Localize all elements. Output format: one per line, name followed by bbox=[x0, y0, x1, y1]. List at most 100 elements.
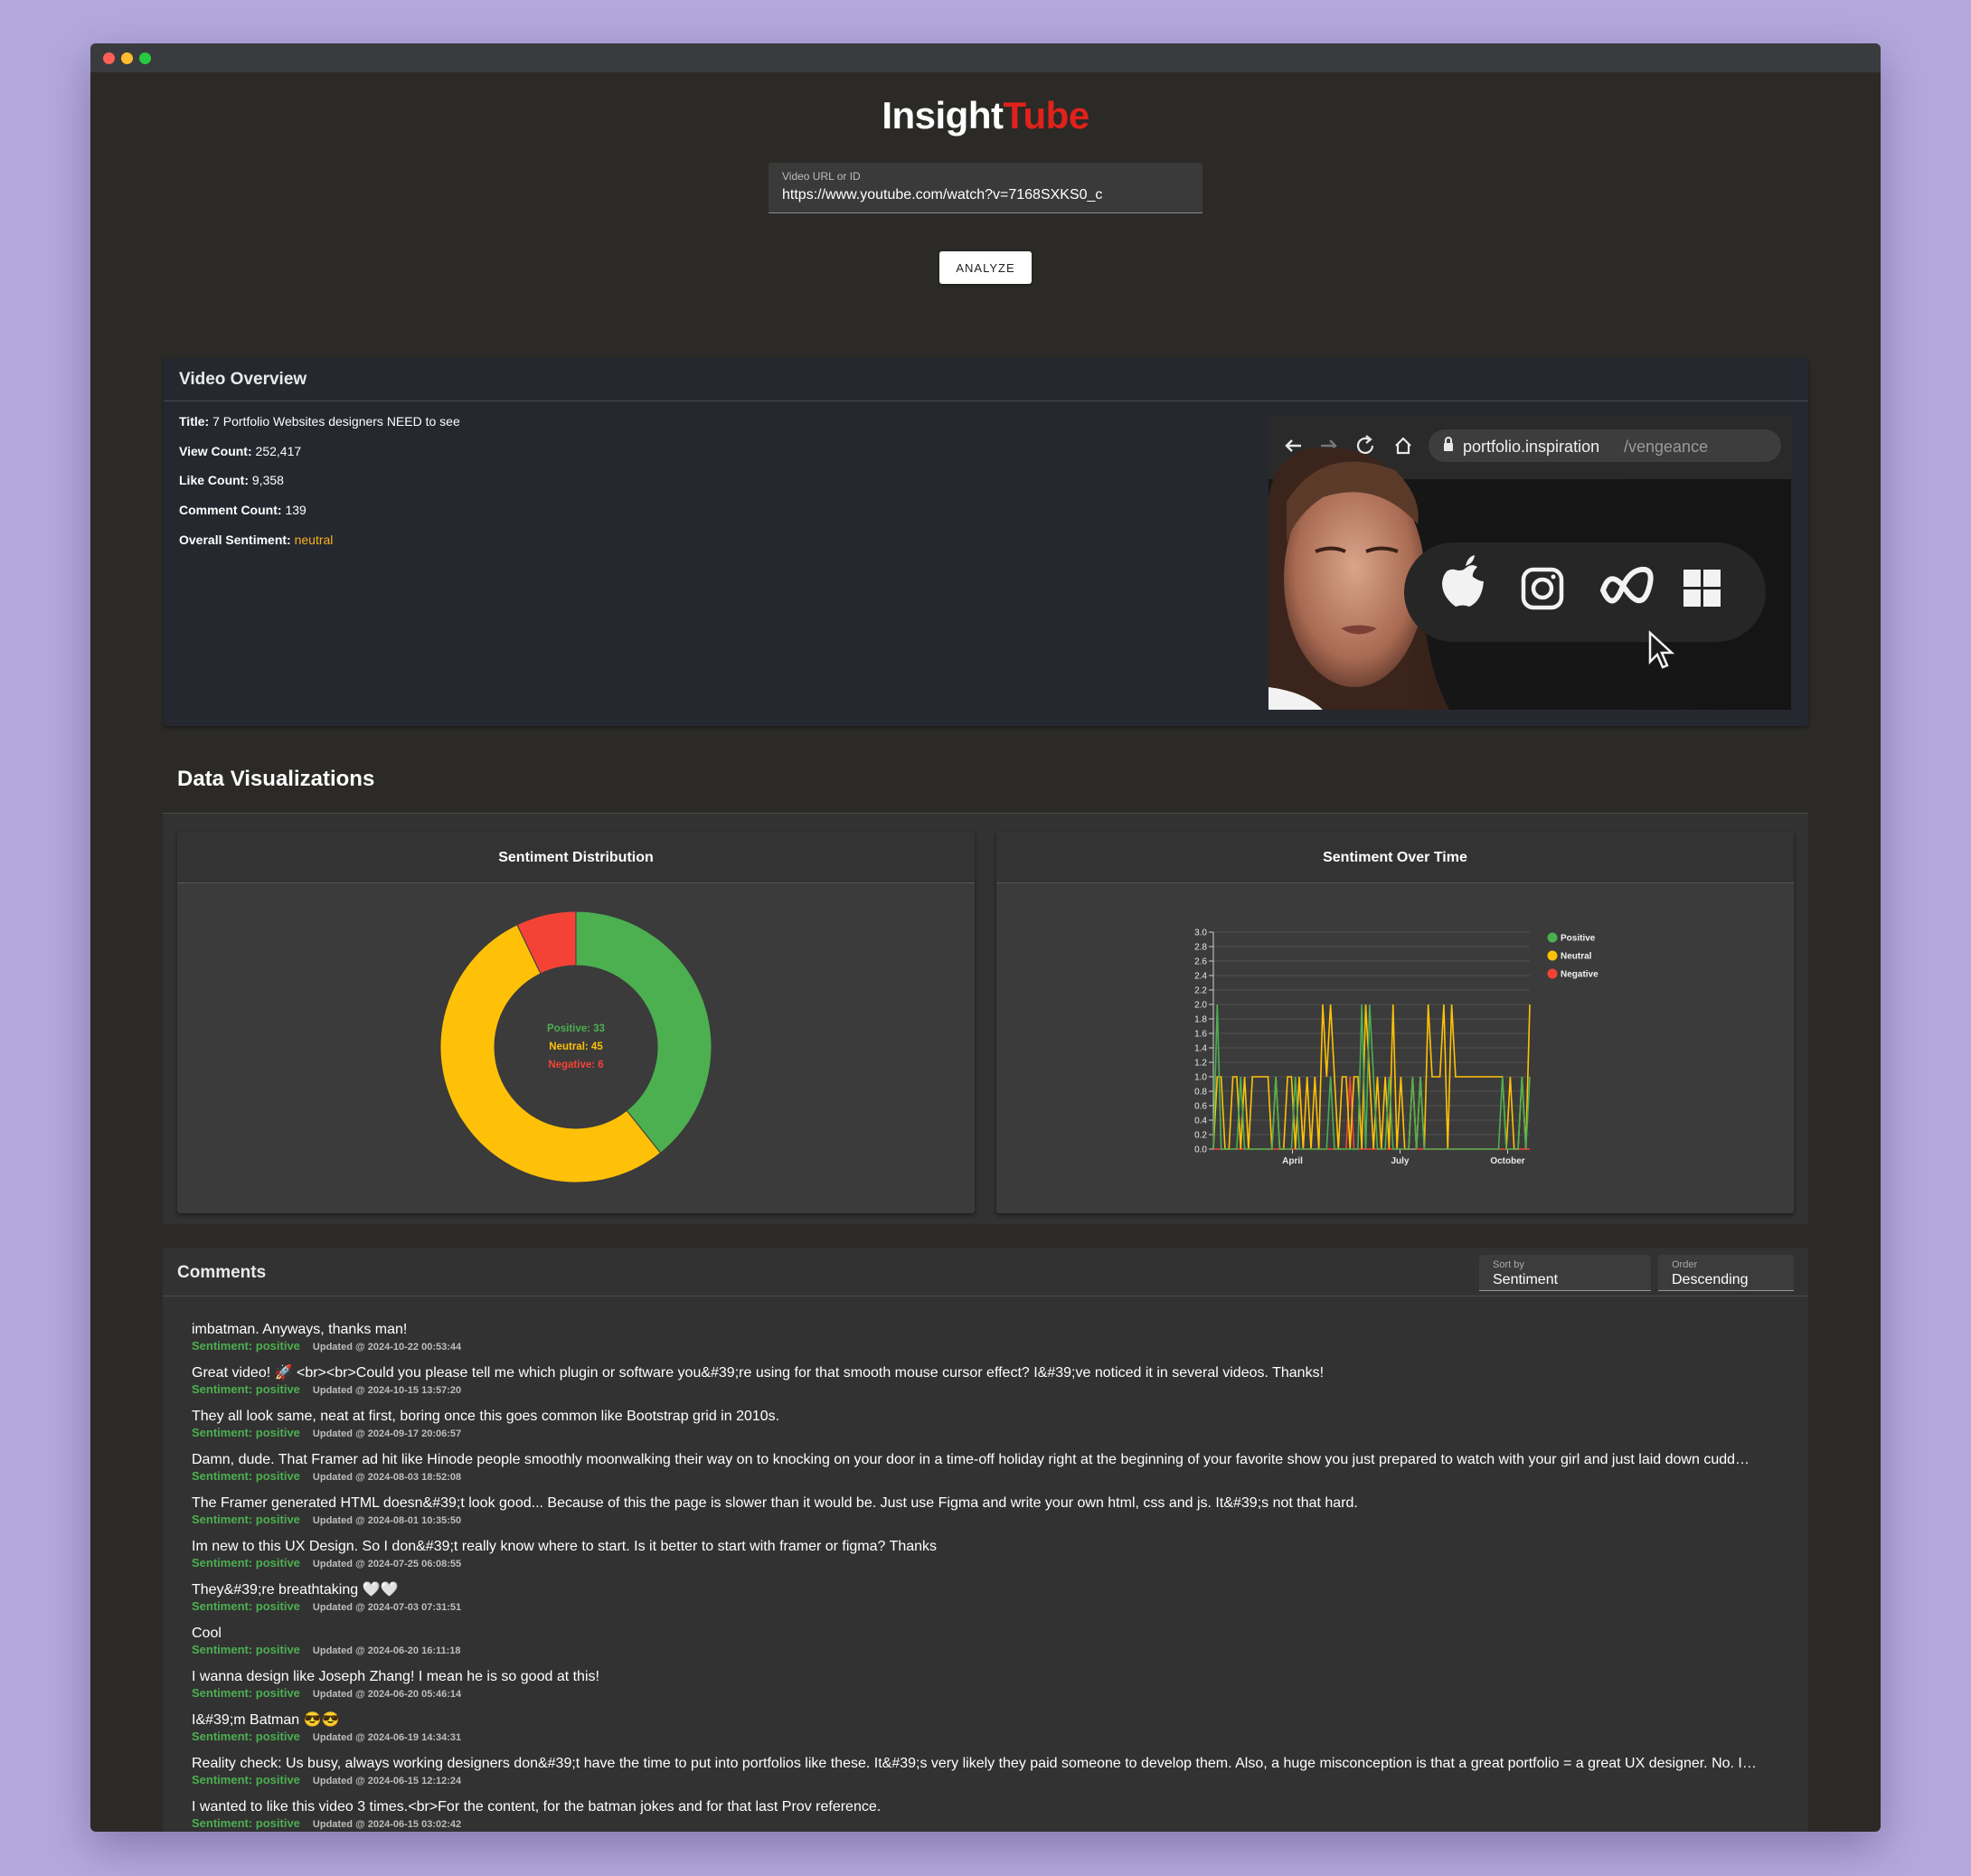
y-tick-label: 0.0 bbox=[1194, 1145, 1207, 1155]
comment-updated: Updated @ 2024-06-15 12:12:24 bbox=[312, 1776, 462, 1786]
y-tick-label: 2.6 bbox=[1194, 957, 1207, 967]
comment-meta: Sentiment: positive Updated @ 2024-07-03 … bbox=[192, 1599, 1792, 1615]
comment-updated: Updated @ 2024-06-20 16:11:18 bbox=[312, 1645, 461, 1656]
legend-label-negative: Negative bbox=[1561, 970, 1598, 980]
comment-text: The Framer generated HTML doesn&#39;t lo… bbox=[192, 1495, 1358, 1511]
logo-tube: Tube bbox=[1003, 94, 1089, 137]
address-path: /vengeance bbox=[1624, 438, 1708, 456]
window-titlebar bbox=[90, 43, 1881, 72]
comment-item: They all look same, neat at first, borin… bbox=[192, 1408, 1792, 1441]
video-title: 7 Portfolio Websites designers NEED to s… bbox=[212, 414, 460, 429]
sentiment-donut-chart: Positive: 33 Neutral: 45 Negative: 6 bbox=[439, 910, 712, 1183]
video-url-value[interactable]: https://www.youtube.com/watch?v=7168SXKS… bbox=[782, 187, 1102, 203]
comment-updated: Updated @ 2024-07-25 06:08:55 bbox=[312, 1559, 462, 1570]
y-tick-label: 1.6 bbox=[1194, 1030, 1207, 1040]
y-tick-label: 1.0 bbox=[1194, 1073, 1207, 1083]
like-count: 9,358 bbox=[251, 473, 284, 487]
comment-text: imbatman. Anyways, thanks man! bbox=[192, 1322, 408, 1337]
video-url-input[interactable]: Video URL or ID https://www.youtube.com/… bbox=[769, 163, 1202, 213]
y-tick-label: 1.2 bbox=[1194, 1059, 1207, 1069]
comment-text: Cool bbox=[192, 1626, 222, 1641]
comment-meta: Sentiment: positive Updated @ 2024-08-01 … bbox=[192, 1513, 1792, 1528]
comment-updated: Updated @ 2024-06-19 14:34:31 bbox=[312, 1732, 462, 1743]
comment-sentiment: Sentiment: positive bbox=[192, 1339, 300, 1353]
comment-text: I wanna design like Joseph Zhang! I mean… bbox=[192, 1669, 599, 1684]
comment-meta: Sentiment: positive Updated @ 2024-10-22 … bbox=[192, 1339, 1792, 1354]
y-tick-label: 0.8 bbox=[1194, 1088, 1207, 1098]
sort-by-label: Sort by bbox=[1493, 1259, 1524, 1270]
sort-by-select[interactable]: Sort by Sentiment bbox=[1479, 1255, 1651, 1291]
legend-swatch-neutral bbox=[1547, 950, 1558, 961]
view-count-label: View Count: bbox=[179, 444, 252, 458]
comment-updated: Updated @ 2024-07-03 07:31:51 bbox=[312, 1602, 462, 1613]
video-thumbnail[interactable]: portfolio.inspiration /vengeance bbox=[1268, 416, 1791, 710]
order-value: Descending bbox=[1672, 1272, 1749, 1287]
order-select[interactable]: Order Descending bbox=[1658, 1255, 1794, 1291]
y-tick-label: 2.2 bbox=[1194, 986, 1207, 996]
comments-title: Comments bbox=[177, 1263, 267, 1282]
close-window-button[interactable] bbox=[103, 52, 115, 64]
comment-updated: Updated @ 2024-09-17 20:06:57 bbox=[312, 1428, 462, 1439]
comment-updated: Updated @ 2024-10-22 00:53:44 bbox=[312, 1342, 462, 1353]
comment-updated: Updated @ 2024-08-03 18:52:08 bbox=[312, 1472, 462, 1483]
comment-text: They all look same, neat at first, borin… bbox=[192, 1409, 780, 1424]
comment-item: imbatman. Anyways, thanks man! Sentiment:… bbox=[192, 1321, 1792, 1354]
comment-item: I wanna design like Joseph Zhang! I mean… bbox=[192, 1668, 1792, 1702]
overall-sentiment-value: neutral bbox=[294, 533, 334, 547]
donut-label-positive: Positive: 33 bbox=[547, 1023, 605, 1034]
comment-meta: Sentiment: positive Updated @ 2024-06-20 … bbox=[192, 1686, 1792, 1702]
order-label: Order bbox=[1672, 1259, 1698, 1270]
thumbnail-art: portfolio.inspiration /vengeance bbox=[1268, 416, 1791, 710]
comment-meta: Sentiment: positive Updated @ 2024-06-20 … bbox=[192, 1643, 1792, 1658]
comment-meta: Sentiment: positive Updated @ 2024-06-19 … bbox=[192, 1730, 1792, 1745]
data-visualizations-title: Data Visualizations bbox=[177, 767, 375, 791]
maximize-window-button[interactable] bbox=[139, 52, 151, 64]
comment-meta: Sentiment: positive Updated @ 2024-07-25 … bbox=[192, 1556, 1792, 1571]
comment-item: I&#39;m Batman 😎😎 Sentiment: positive Upda… bbox=[192, 1711, 1792, 1745]
comment-sentiment: Sentiment: positive bbox=[192, 1686, 300, 1700]
x-tick-label: July bbox=[1391, 1156, 1409, 1166]
comment-item: I wanted to like this video 3 times.<br>… bbox=[192, 1798, 1792, 1832]
donut-label-neutral: Neutral: 45 bbox=[549, 1042, 603, 1052]
sentiment-distribution-card: Sentiment Distribution Positive: 33 Neutr… bbox=[177, 832, 975, 1213]
comment-sentiment: Sentiment: positive bbox=[192, 1556, 300, 1570]
sentiment-over-time-card: Sentiment Over Time 0.0 0.2 0.4 0.6 0.8 1.0 1.… bbox=[996, 832, 1794, 1213]
browser-window: InsightTube Video URL or ID https://www.… bbox=[90, 43, 1881, 1832]
comment-updated: Updated @ 2024-10-15 13:57:20 bbox=[312, 1385, 462, 1396]
logo-insight: Insight bbox=[882, 94, 1004, 137]
comment-item: Damn, dude. That Framer ad hit like Hino… bbox=[192, 1451, 1792, 1485]
comment-item: Im new to this UX Design. So I don&#39;t… bbox=[192, 1538, 1792, 1571]
like-count-label: Like Count: bbox=[179, 473, 249, 487]
y-tick-label: 1.4 bbox=[1194, 1044, 1207, 1054]
comment-meta: Sentiment: positive Updated @ 2024-06-15 … bbox=[192, 1816, 1792, 1832]
comment-text: I&#39;m Batman 😎😎 bbox=[192, 1712, 340, 1728]
comment-item: Cool Sentiment: positive Updated @ 2024-06… bbox=[192, 1625, 1792, 1658]
comment-count: 139 bbox=[285, 503, 306, 517]
title-row: Title: 7 Portfolio Websites designers NE… bbox=[179, 414, 460, 429]
comment-text: Great video! 🚀 <br><br>Could you please … bbox=[192, 1365, 1325, 1381]
y-tick-label: 0.2 bbox=[1194, 1131, 1207, 1141]
overall-sentiment-label: Overall Sentiment: bbox=[179, 533, 291, 547]
comment-text: Im new to this UX Design. So I don&#39;t… bbox=[192, 1539, 938, 1554]
comment-meta: Sentiment: positive Updated @ 2024-09-17 … bbox=[192, 1426, 1792, 1441]
comment-text: They&#39;re breathtaking 🤍🤍 bbox=[192, 1582, 399, 1598]
comment-count-row: Comment Count: 139 bbox=[179, 503, 306, 517]
comment-item: Great video! 🚀 <br><br>Could you please … bbox=[192, 1364, 1792, 1398]
view-count-row: View Count: 252,417 bbox=[179, 444, 301, 458]
x-tick-label: April bbox=[1282, 1156, 1303, 1166]
analyze-button[interactable]: ANALYZE bbox=[939, 251, 1032, 284]
comment-updated: Updated @ 2024-08-01 10:35:50 bbox=[312, 1515, 462, 1526]
comment-sentiment: Sentiment: positive bbox=[192, 1513, 300, 1526]
legend-label-neutral: Neutral bbox=[1561, 952, 1592, 962]
comment-sentiment: Sentiment: positive bbox=[192, 1816, 300, 1830]
comment-sentiment: Sentiment: positive bbox=[192, 1643, 300, 1656]
like-count-row: Like Count: 9,358 bbox=[179, 473, 284, 487]
comment-meta: Sentiment: positive Updated @ 2024-10-15 … bbox=[192, 1382, 1792, 1398]
comment-sentiment: Sentiment: positive bbox=[192, 1773, 300, 1786]
view-count: 252,417 bbox=[255, 444, 302, 458]
comment-sentiment: Sentiment: positive bbox=[192, 1382, 300, 1396]
comments-header: Comments Sort by Sentiment Order Descend… bbox=[163, 1248, 1808, 1296]
y-tick-label: 1.8 bbox=[1194, 1015, 1207, 1025]
y-tick-label: 2.4 bbox=[1194, 972, 1207, 982]
minimize-window-button[interactable] bbox=[121, 52, 133, 64]
